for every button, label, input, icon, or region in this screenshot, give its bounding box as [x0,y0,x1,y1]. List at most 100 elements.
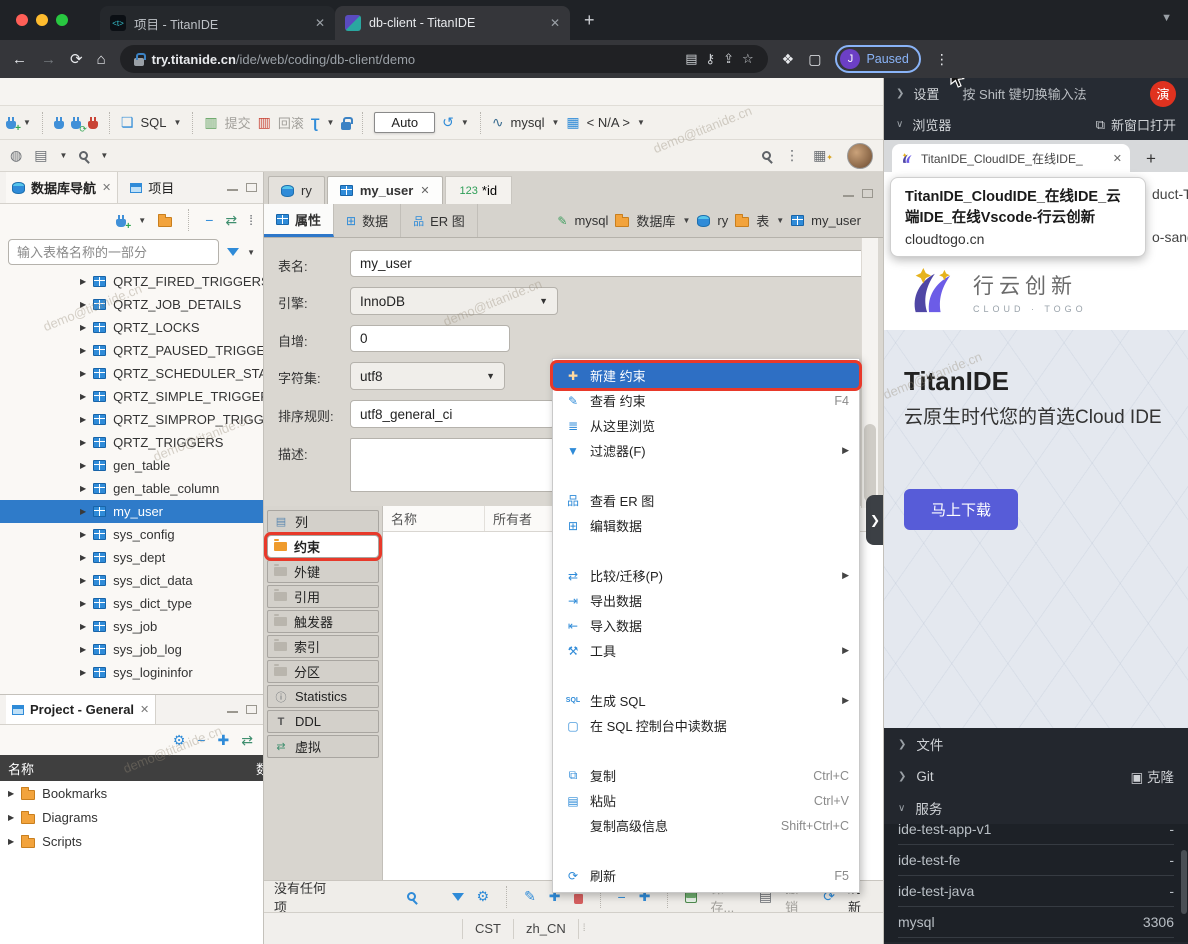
connection-select-dropdown-icon[interactable]: ▼ [552,118,560,127]
back-button[interactable]: ← [12,51,27,68]
perspective-icon[interactable]: ▦✦ [813,147,833,164]
tree-row[interactable]: ▶ QRTZ_SCHEDULER_STAT [0,362,263,385]
context-menu-item[interactable]: ⊞ 编辑数据 ▶ [553,513,859,538]
tree-row[interactable]: ▶ QRTZ_JOB_DETAILS [0,293,263,316]
new-connection-dropdown-icon[interactable]: ▼ [138,216,146,225]
subtab-er-diagram[interactable]: 品 ER 图 [401,204,478,237]
context-menu-item[interactable]: ▼ 过滤器(F) ▶ [553,438,859,463]
charset-select[interactable]: utf8▼ [350,362,505,390]
auto-increment-input[interactable] [350,325,510,352]
section-item[interactable]: ⇄ 虚拟 [267,735,379,758]
section-item[interactable]: ⓘ Statistics [267,685,379,708]
close-panel-icon[interactable]: ✕ [102,181,111,194]
tree-row[interactable]: ▶ sys_dict_type [0,592,263,615]
new-connection-icon[interactable] [116,219,126,227]
active-connection-selector[interactable]: mysql [511,115,545,130]
tree-row[interactable]: ▶ gen_table [0,454,263,477]
link-icon[interactable]: ⇄ [241,732,253,749]
context-menu-item[interactable]: ⧉ 复制 Ctrl+C ▶ [553,763,859,788]
address-bar[interactable]: try.titanide.cn/ide/web/coding/db-client… [120,45,768,73]
tree-row[interactable]: ▶ sys_logininfor [0,661,263,684]
tree-row[interactable]: ▶ my_user [0,500,263,523]
connect-icon[interactable] [54,121,64,129]
context-menu-item[interactable]: ✎ 查看 约束 F4 ▶ [553,388,859,413]
clipboard-icon[interactable]: ▤ [685,51,697,67]
browser-section[interactable]: 浏览器 [912,115,951,134]
section-item[interactable]: 索引 [267,635,379,658]
tree-row[interactable]: ▶ sys_dept [0,546,263,569]
context-menu-item[interactable]: ▶ [553,463,859,488]
quick-search-icon[interactable] [762,151,771,160]
active-schema-selector[interactable]: < N/A > [587,115,630,130]
sql-dropdown-icon[interactable]: ▼ [174,118,182,127]
tab-project-general[interactable]: Project - General ✕ [6,695,156,724]
context-menu-item[interactable]: ▶ [553,663,859,688]
new-connection-icon[interactable] [6,121,16,129]
expand-arrow-icon[interactable]: ▶ [8,789,14,798]
rollback-icon[interactable]: ▥ [258,114,271,131]
commit-button[interactable]: 提交 [225,113,251,132]
minimize-window-icon[interactable] [36,14,48,26]
chevron-down-icon[interactable]: ∨ [898,803,905,814]
context-menu-item[interactable]: 品 查看 ER 图 ▶ [553,488,859,513]
tree-row[interactable]: ▶ sys_dict_data [0,569,263,592]
context-menu-item[interactable]: ✚ 新建 约束 ▶ [553,363,859,388]
context-menu-item[interactable]: ▢ 在 SQL 控制台中读数据 ▶ [553,713,859,738]
services-section[interactable]: 服务 [915,798,942,818]
subtab-data[interactable]: ⊞ 数据 [334,204,401,237]
expand-icon[interactable]: ✚ [218,732,230,749]
service-row[interactable]: ide-test-app-v1 - [898,824,1174,845]
expand-arrow-icon[interactable]: ▶ [80,300,86,309]
breadcrumb-db-name[interactable]: ry [717,213,728,228]
collapse-icon[interactable]: − [197,732,205,748]
browser-tab-db-client[interactable]: db-client - TitanIDE ✕ [335,6,570,40]
tree-row[interactable]: ▶ QRTZ_PAUSED_TRIGGER [0,339,263,362]
tree-row[interactable]: ▶ QRTZ_FIRED_TRIGGERS [0,270,263,293]
forward-button[interactable]: → [41,51,56,68]
expand-arrow-icon[interactable]: ▶ [80,461,86,470]
table-name-input[interactable] [350,250,870,277]
chevron-down-icon[interactable]: ∨ [896,119,903,130]
service-row[interactable]: ide-test-java - [898,876,1174,907]
tree-row[interactable]: ▶ QRTZ_TRIGGERS [0,431,263,454]
print-dropdown-icon[interactable]: ▼ [59,151,67,160]
preview-tab[interactable]: TitanIDE_CloudIDE_在线IDE_ ✕ [892,144,1130,172]
context-menu-item[interactable]: ⚒ 工具 ▶ [553,638,859,663]
tab-projects[interactable]: 项目 [124,172,180,203]
grid-col-name[interactable]: 名称 [383,506,485,531]
form-scrollbar[interactable] [861,238,878,508]
section-item[interactable]: 外键 [267,560,379,583]
git-section[interactable]: Git [916,769,933,784]
delete-row-icon[interactable] [574,894,583,904]
project-tree-row[interactable]: ▶ Diagrams [0,805,263,829]
close-preview-tab-icon[interactable]: ✕ [1113,152,1122,165]
reconnect-icon[interactable] [71,121,81,129]
compass-icon[interactable]: ◍ [10,147,22,164]
tab-group-icon[interactable]: ▢ [808,51,821,68]
extensions-puzzle-icon[interactable]: ❖ [782,51,795,68]
expand-arrow-icon[interactable]: ▶ [80,484,86,493]
expand-arrow-icon[interactable]: ▶ [80,576,86,585]
context-menu-item[interactable]: ⇄ 比较/迁移(P) ▶ [553,563,859,588]
download-button[interactable]: 马上下载 [904,489,1018,530]
section-item[interactable]: 引用 [267,585,379,608]
view-menu-icon[interactable]: ⁞ [249,212,253,228]
more-options-icon[interactable]: ⋮ [785,147,799,164]
browser-tab-project[interactable]: <t> 项目 - TitanIDE ✕ [100,6,335,40]
expand-arrow-icon[interactable]: ▶ [80,507,86,516]
chevron-right-icon[interactable]: ❯ [898,771,906,782]
print-icon[interactable]: ▤ [34,147,47,164]
description-textarea[interactable] [350,438,555,492]
grid-filter-icon[interactable] [452,893,464,901]
close-tab-icon[interactable]: ✕ [550,16,560,30]
context-menu-item[interactable]: SQL 生成 SQL ▶ [553,688,859,713]
tree-row[interactable]: ▶ QRTZ_SIMPLE_TRIGGER [0,385,263,408]
expand-arrow-icon[interactable]: ▶ [80,599,86,608]
table-dropdown-icon[interactable]: ▼ [776,216,784,225]
editor-tab-id-column[interactable]: 123 *id [445,176,513,204]
expand-arrow-icon[interactable]: ▶ [80,369,86,378]
section-item[interactable]: T DDL [267,710,379,733]
chevron-right-icon[interactable]: ❯ [898,739,906,750]
subtab-properties[interactable]: 属性 [264,204,334,237]
new-tab-button[interactable]: + [584,10,595,31]
